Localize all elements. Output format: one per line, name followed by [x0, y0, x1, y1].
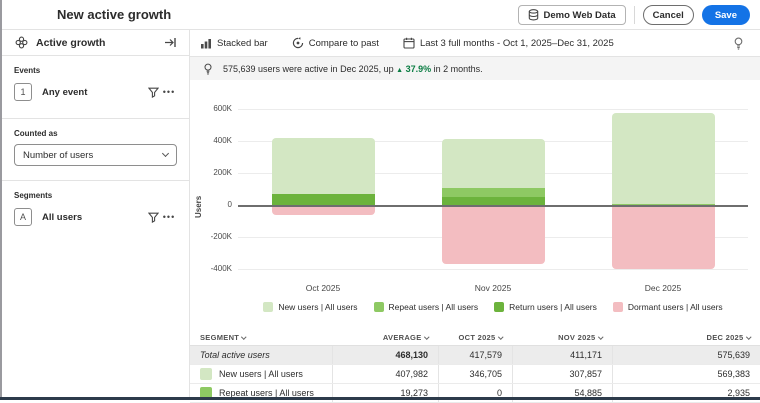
legend-label: Return users | All users — [509, 302, 597, 312]
top-bar: New active growth Demo Web Data Cancel S… — [2, 0, 760, 30]
segments-label: Segments — [14, 191, 177, 200]
chevron-down-icon — [746, 335, 751, 340]
x-axis-label: Dec 2025 — [623, 283, 703, 293]
compare-history-icon — [292, 37, 304, 49]
segment-index-box: A — [14, 208, 32, 226]
legend-swatch — [263, 302, 273, 312]
legend-label: Dormant users | All users — [628, 302, 723, 312]
insight-banner: 575,639 users were active in Dec 2025, u… — [190, 57, 760, 80]
bar-segment[interactable] — [442, 139, 545, 188]
dataset-button[interactable]: Demo Web Data — [518, 5, 626, 25]
gridline — [238, 205, 748, 207]
counted-as-select[interactable]: Number of users — [14, 144, 177, 166]
event-name: Any event — [42, 87, 145, 98]
divider — [2, 118, 189, 119]
y-tick-label: 600K — [190, 104, 232, 113]
legend-swatch — [494, 302, 504, 312]
y-tick-label: 400K — [190, 136, 232, 145]
chevron-down-icon — [598, 335, 603, 340]
bar-segment[interactable] — [272, 194, 375, 205]
chart-toolbar: Stacked bar Compare to past Last 3 full … — [190, 30, 760, 57]
stacked-bar-icon — [200, 38, 212, 49]
bar-segment[interactable] — [442, 188, 545, 197]
y-tick-label: 200K — [190, 168, 232, 177]
counted-as-label: Counted as — [14, 129, 177, 138]
more-options-icon[interactable] — [161, 209, 177, 225]
chart-type-button[interactable]: Stacked bar — [200, 38, 268, 49]
gridline — [238, 269, 748, 270]
legend-item[interactable]: Repeat users | All users — [374, 302, 479, 312]
table-row-new-users[interactable]: New users | All users 407,982 346,705 30… — [190, 365, 760, 384]
main-panel: Stacked bar Compare to past Last 3 full … — [190, 30, 760, 400]
segment-row[interactable]: A All users — [14, 205, 177, 229]
row-swatch — [200, 368, 212, 380]
compare-to-past-button[interactable]: Compare to past — [292, 37, 379, 49]
y-tick-label: -200K — [190, 232, 232, 241]
y-tick-label: 0 — [190, 200, 232, 209]
table-row-repeat-users[interactable]: Repeat users | All users 19,273 0 54,885… — [190, 384, 760, 403]
legend-label: Repeat users | All users — [389, 302, 479, 312]
chart-legend: New users | All users Repeat users | All … — [238, 302, 748, 312]
x-axis-label: Nov 2025 — [453, 283, 533, 293]
legend-swatch — [613, 302, 623, 312]
insight-text: 575,639 users were active in Dec 2025, u… — [223, 64, 483, 74]
sidebar-header: Active growth — [2, 30, 189, 56]
bar-segment[interactable] — [612, 113, 715, 204]
database-icon — [528, 9, 539, 21]
stacked-bar-chart: Users New users | All usersRepeat users … — [190, 80, 760, 330]
delta-value: 37.9% — [406, 64, 432, 74]
table-header-row: SEGMENT AVERAGE OCT 2025 NOV 2025 DEC 20… — [190, 330, 760, 346]
filter-icon[interactable] — [145, 84, 161, 100]
chevron-down-icon — [162, 150, 169, 157]
y-tick-label: -400K — [190, 264, 232, 273]
bar-segment[interactable] — [272, 138, 375, 193]
data-table: SEGMENT AVERAGE OCT 2025 NOV 2025 DEC 20… — [190, 330, 760, 403]
legend-item[interactable]: New users | All users — [263, 302, 357, 312]
legend-swatch — [374, 302, 384, 312]
column-header-segment[interactable]: SEGMENT — [190, 330, 332, 345]
filter-icon[interactable] — [145, 209, 161, 225]
divider — [634, 6, 635, 24]
divider — [2, 180, 189, 181]
bar-segment[interactable] — [442, 197, 545, 205]
sidebar-title: Active growth — [36, 37, 155, 49]
legend-item[interactable]: Dormant users | All users — [613, 302, 723, 312]
column-header-dec[interactable]: DEC 2025 — [612, 330, 760, 345]
delta-arrow-icon: ▲ — [396, 67, 403, 74]
calendar-icon — [403, 37, 415, 49]
save-button[interactable]: Save — [702, 5, 750, 25]
bar-segment[interactable] — [612, 205, 715, 269]
table-row-total[interactable]: Total active users 468,130 417,579 411,1… — [190, 346, 760, 365]
legend-item[interactable]: Return users | All users — [494, 302, 597, 312]
topbar-actions: Demo Web Data Cancel Save — [518, 0, 751, 30]
event-index-box: 1 — [14, 83, 32, 101]
segment-name: All users — [42, 212, 145, 223]
chevron-down-icon — [498, 335, 503, 340]
more-options-icon[interactable] — [161, 84, 177, 100]
config-sidebar: Active growth Events 1 Any event Counted… — [2, 30, 190, 400]
bar-segment[interactable] — [442, 205, 545, 264]
event-row[interactable]: 1 Any event — [14, 80, 177, 104]
date-range-button[interactable]: Last 3 full months - Oct 1, 2025–Dec 31,… — [403, 37, 614, 49]
x-axis-label: Oct 2025 — [283, 283, 363, 293]
page-title: New active growth — [57, 0, 171, 30]
column-header-oct[interactable]: OCT 2025 — [438, 330, 512, 345]
counted-as-value: Number of users — [23, 150, 163, 161]
column-header-nov[interactable]: NOV 2025 — [512, 330, 612, 345]
collapse-panel-icon[interactable] — [162, 35, 178, 51]
chevron-down-icon — [424, 335, 429, 340]
events-label: Events — [14, 66, 177, 75]
active-growth-icon — [13, 35, 29, 51]
insights-bulb-icon[interactable] — [730, 35, 746, 51]
chevron-down-icon — [241, 335, 246, 340]
bulb-icon — [200, 61, 216, 77]
column-header-average[interactable]: AVERAGE — [332, 330, 438, 345]
gridline — [238, 109, 748, 110]
cancel-button[interactable]: Cancel — [643, 5, 694, 25]
legend-label: New users | All users — [278, 302, 357, 312]
